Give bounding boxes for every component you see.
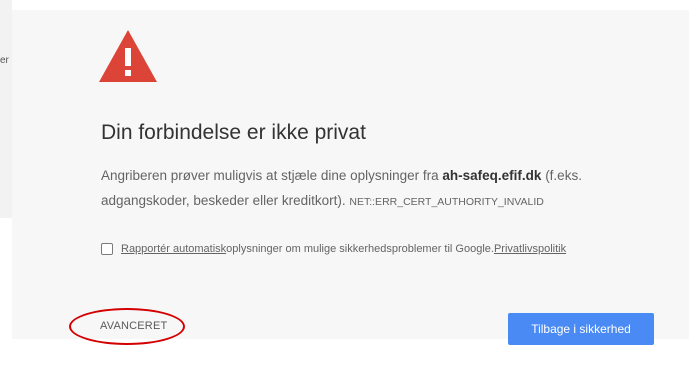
screenshot-stage: er Din forbindelse er ikke privat Angrib… bbox=[0, 0, 697, 367]
report-text: oplysninger om mulige sikkerhedsprobleme… bbox=[226, 243, 494, 255]
host-name: ah-safeq.efif.dk bbox=[442, 168, 542, 183]
auto-report-link[interactable]: Rapportér automatisk bbox=[121, 243, 226, 255]
page-title: Din forbindelse er ikke privat bbox=[101, 121, 366, 144]
back-to-safety-button[interactable]: Tilbage i sikkerhed bbox=[508, 313, 654, 345]
error-description: Angriberen prøver muligvis at stjæle din… bbox=[101, 163, 641, 215]
description-text: Angriberen prøver muligvis at stjæle din… bbox=[101, 168, 443, 183]
report-option: Rapportér automatisk oplysninger om muli… bbox=[101, 243, 566, 255]
report-checkbox[interactable] bbox=[101, 243, 113, 255]
advanced-button[interactable]: AVANCERET bbox=[100, 320, 167, 332]
background-window: er bbox=[0, 0, 12, 218]
warning-triangle-icon bbox=[99, 30, 157, 82]
error-code[interactable]: NET::ERR_CERT_AUTHORITY_INVALID bbox=[349, 196, 544, 208]
privacy-policy-link[interactable]: Privatlivspolitik bbox=[494, 243, 566, 255]
background-text: er bbox=[0, 55, 9, 66]
